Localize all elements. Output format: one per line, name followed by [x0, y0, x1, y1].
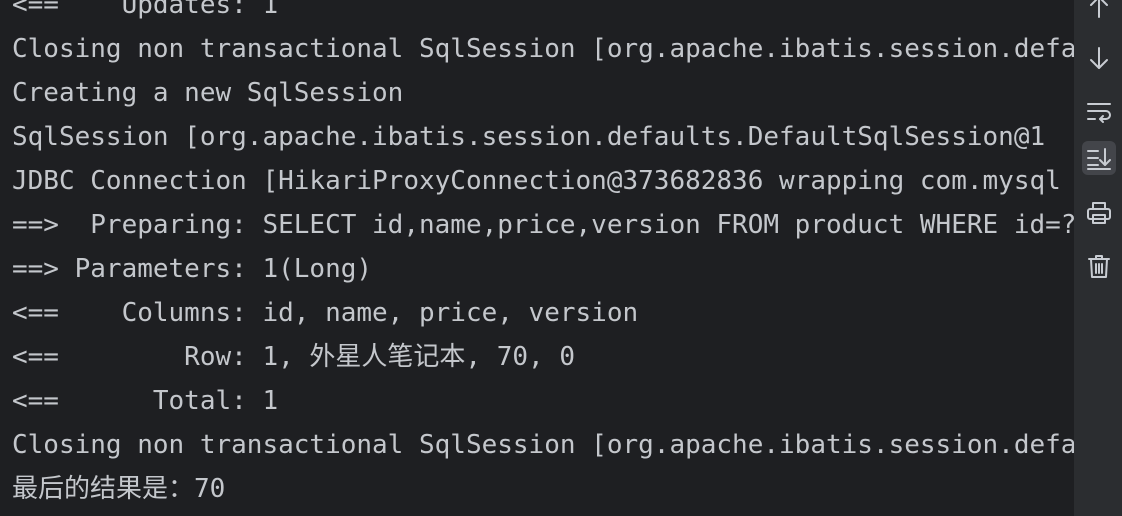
console-line: 最后的结果是：70 — [12, 474, 226, 504]
console-line: <== Columns: id, name, price, version — [12, 298, 639, 328]
scroll-down-button[interactable] — [1082, 41, 1116, 75]
console-lines: <== Updates: 1 Closing non transactional… — [12, 0, 1074, 511]
console-line: <== Updates: 1 — [12, 0, 279, 20]
arrow-down-icon — [1090, 47, 1108, 69]
console-line: Closing non transactional SqlSession [or… — [12, 34, 1074, 64]
scroll-to-end-icon — [1087, 148, 1111, 170]
trash-icon — [1088, 255, 1110, 278]
console-line: <== Row: 1, 外星人笔记本, 70, 0 — [12, 342, 575, 372]
console-line: ==> Preparing: SELECT id,name,price,vers… — [12, 210, 1074, 240]
arrow-up-icon — [1090, 0, 1108, 18]
scroll-to-end-button[interactable] — [1082, 141, 1116, 175]
clear-all-button[interactable] — [1082, 249, 1116, 283]
print-button[interactable] — [1082, 196, 1116, 230]
console-line: Closing non transactional SqlSession [or… — [12, 430, 1074, 460]
console-line: JDBC Connection [HikariProxyConnection@3… — [12, 166, 1061, 196]
console-line: SqlSession [org.apache.ibatis.session.de… — [12, 122, 1046, 152]
soft-wrap-icon — [1087, 103, 1111, 123]
console-line: Creating a new SqlSession — [12, 78, 404, 108]
scroll-up-button[interactable] — [1082, 0, 1116, 24]
console-line: ==> Parameters: 1(Long) — [12, 254, 373, 284]
printer-icon — [1087, 202, 1111, 224]
console-output[interactable]: <== Updates: 1 Closing non transactional… — [0, 0, 1074, 516]
console-toolbar — [1074, 0, 1122, 516]
soft-wrap-button[interactable] — [1082, 94, 1116, 128]
console-line: <== Total: 1 — [12, 386, 279, 416]
